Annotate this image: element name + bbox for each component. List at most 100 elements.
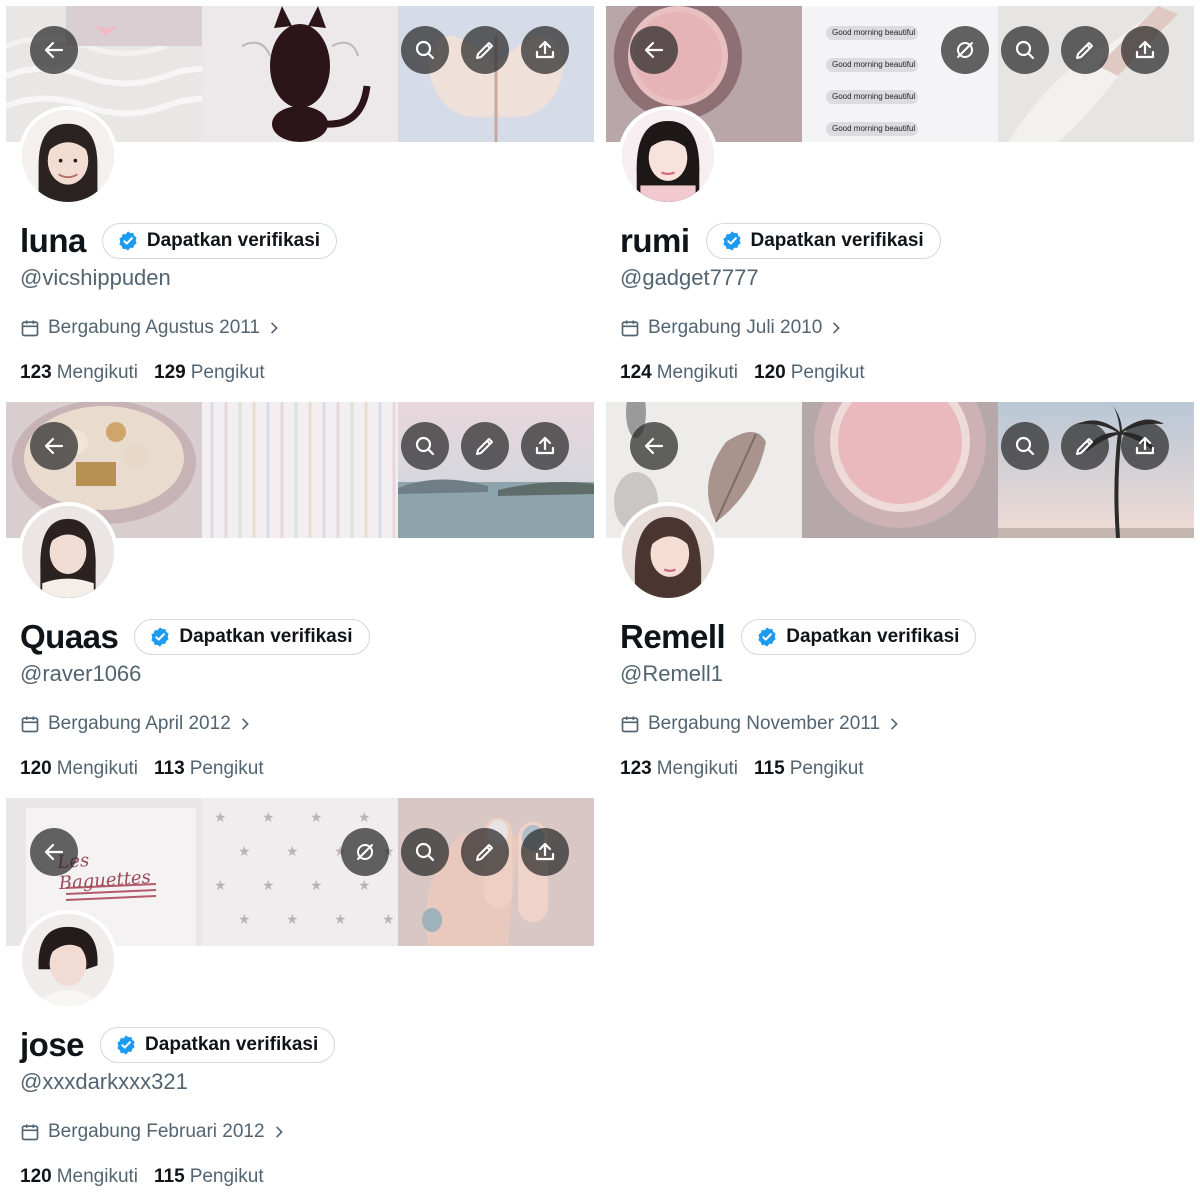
- chevron-right-icon: [241, 718, 249, 730]
- get-verified-button[interactable]: Dapatkan verifikasi: [705, 223, 941, 259]
- profile-card-quaas: Quaas Dapatkan verifikasi @raver1066 Ber…: [6, 402, 594, 798]
- followers-label: Pengikut: [790, 362, 865, 383]
- search-icon[interactable]: [1001, 422, 1049, 470]
- followers-link[interactable]: 113 Pengikut: [154, 758, 264, 780]
- get-verified-label: Dapatkan verifikasi: [145, 1034, 319, 1055]
- display-name: Quaas: [20, 618, 119, 655]
- profile-card-rumi: Good morning beautiful Good morning beau…: [606, 6, 1194, 402]
- following-link[interactable]: 120 Mengikuti: [20, 758, 138, 780]
- followers-label: Pengikut: [189, 758, 264, 779]
- share-icon[interactable]: [521, 828, 569, 876]
- calendar-icon: [621, 716, 639, 733]
- back-arrow-icon[interactable]: [30, 26, 78, 74]
- join-date: Bergabung November 2011: [648, 713, 881, 734]
- join-date-row[interactable]: Bergabung Agustus 2011: [20, 317, 282, 339]
- back-arrow-icon[interactable]: [630, 422, 678, 470]
- followers-count: 120: [754, 362, 786, 383]
- join-date-row[interactable]: Bergabung Februari 2012: [20, 1121, 287, 1143]
- share-icon[interactable]: [521, 422, 569, 470]
- join-date-row[interactable]: Bergabung Juli 2010: [620, 317, 844, 339]
- following-label: Mengikuti: [656, 362, 739, 383]
- search-icon[interactable]: [1001, 26, 1049, 74]
- follow-stats: 123 Mengikuti 129 Pengikut: [20, 362, 281, 384]
- chevron-right-icon: [891, 718, 898, 730]
- hide-icon[interactable]: [341, 828, 389, 876]
- avatar[interactable]: [18, 910, 118, 1010]
- get-verified-button[interactable]: Dapatkan verifikasi: [101, 223, 338, 259]
- join-date: Bergabung April 2012: [48, 713, 231, 734]
- following-label: Mengikuti: [56, 758, 139, 779]
- display-name: luna: [20, 222, 86, 259]
- username-handle: @vicshippuden: [20, 265, 171, 290]
- following-label: Mengikuti: [656, 758, 739, 779]
- svg-text:★: ★: [286, 844, 299, 860]
- followers-link[interactable]: 120 Pengikut: [754, 362, 865, 384]
- get-verified-button[interactable]: Dapatkan verifikasi: [100, 1027, 336, 1063]
- followers-link[interactable]: 115 Pengikut: [754, 758, 864, 780]
- edit-pencil-icon[interactable]: [1061, 26, 1109, 74]
- chevron-right-icon: [833, 322, 841, 334]
- get-verified-label: Dapatkan verifikasi: [786, 626, 960, 647]
- get-verified-button[interactable]: Dapatkan verifikasi: [134, 619, 370, 655]
- share-icon[interactable]: [521, 26, 569, 74]
- avatar[interactable]: [618, 106, 718, 206]
- following-count: 124: [620, 362, 652, 383]
- svg-text:★: ★: [238, 912, 251, 928]
- follow-stats: 120 Mengikuti 115 Pengikut: [20, 1166, 280, 1188]
- chevron-right-icon: [275, 1126, 283, 1138]
- join-date: Bergabung Februari 2012: [48, 1121, 265, 1142]
- share-icon[interactable]: [1121, 26, 1169, 74]
- avatar[interactable]: [18, 502, 118, 602]
- followers-link[interactable]: 115 Pengikut: [154, 1166, 264, 1188]
- svg-text:★: ★: [262, 878, 275, 894]
- edit-pencil-icon[interactable]: [461, 422, 509, 470]
- message-bubble: Good morning beautiful: [826, 90, 918, 104]
- message-bubble: Good morning beautiful: [826, 122, 918, 136]
- svg-text:★: ★: [238, 844, 251, 860]
- following-link[interactable]: 124 Mengikuti: [620, 362, 738, 384]
- chevron-right-icon: [271, 322, 278, 334]
- name-row: jose Dapatkan verifikasi: [20, 1026, 336, 1064]
- banner-image-cat: [202, 6, 398, 142]
- edit-pencil-icon[interactable]: [461, 828, 509, 876]
- join-date-row[interactable]: Bergabung November 2011: [620, 713, 902, 735]
- followers-count: 113: [154, 758, 185, 779]
- search-icon[interactable]: [401, 26, 449, 74]
- edit-pencil-icon[interactable]: [1061, 422, 1109, 470]
- join-date: Bergabung Agustus 2011: [48, 317, 260, 338]
- get-verified-label: Dapatkan verifikasi: [750, 230, 924, 251]
- avatar[interactable]: [618, 502, 718, 602]
- name-row: Quaas Dapatkan verifikasi: [20, 618, 370, 656]
- share-icon[interactable]: [1121, 422, 1169, 470]
- profile-card-luna: luna Dapatkan verifikasi @vicshippuden B…: [6, 6, 594, 402]
- join-date: Bergabung Juli 2010: [648, 317, 823, 338]
- avatar[interactable]: [18, 106, 118, 206]
- followers-label: Pengikut: [190, 362, 265, 383]
- hide-icon[interactable]: [941, 26, 989, 74]
- verified-badge-icon: [758, 627, 776, 647]
- following-link[interactable]: 123 Mengikuti: [20, 362, 138, 384]
- back-arrow-icon[interactable]: [630, 26, 678, 74]
- username-handle: @gadget7777: [620, 265, 759, 290]
- following-link[interactable]: 120 Mengikuti: [20, 1166, 138, 1188]
- following-count: 120: [20, 758, 52, 779]
- svg-text:★: ★: [310, 810, 323, 826]
- following-count: 123: [20, 362, 52, 383]
- followers-link[interactable]: 129 Pengikut: [154, 362, 265, 384]
- profile-card-jose: Les Baguettes ★★★★ ★★★★ ★★★★ ★★★★: [6, 798, 594, 1194]
- get-verified-label: Dapatkan verifikasi: [179, 626, 353, 647]
- verified-badge-icon: [119, 231, 137, 251]
- search-icon[interactable]: [401, 422, 449, 470]
- join-date-row[interactable]: Bergabung April 2012: [20, 713, 253, 735]
- back-arrow-icon[interactable]: [30, 422, 78, 470]
- followers-label: Pengikut: [189, 1166, 264, 1187]
- svg-text:★: ★: [382, 912, 395, 928]
- name-row: luna Dapatkan verifikasi: [20, 222, 338, 260]
- following-link[interactable]: 123 Mengikuti: [620, 758, 738, 780]
- search-icon[interactable]: [401, 828, 449, 876]
- get-verified-button[interactable]: Dapatkan verifikasi: [741, 619, 977, 655]
- verified-badge-icon: [151, 627, 170, 647]
- back-arrow-icon[interactable]: [30, 828, 78, 876]
- edit-pencil-icon[interactable]: [461, 26, 509, 74]
- calendar-icon: [21, 320, 39, 337]
